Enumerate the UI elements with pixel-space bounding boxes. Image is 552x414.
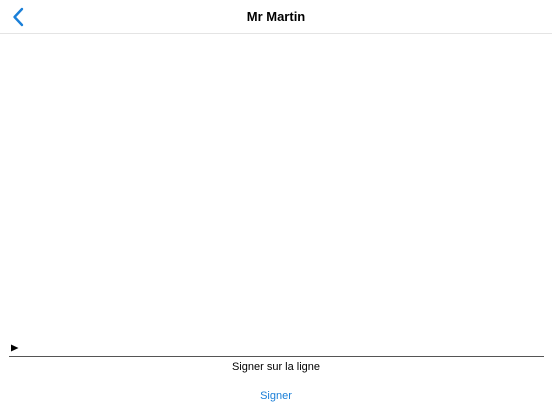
- signature-screen: Mr Martin Signer sur la ligne Signer: [0, 0, 552, 414]
- navigation-bar: Mr Martin: [0, 0, 552, 34]
- sign-button[interactable]: Signer: [236, 386, 316, 406]
- page-title: Mr Martin: [246, 9, 306, 24]
- play-triangle-icon: [11, 344, 19, 352]
- sign-instruction-label: Signer sur la ligne: [231, 361, 321, 373]
- back-button[interactable]: [12, 5, 38, 29]
- signature-canvas[interactable]: [0, 34, 552, 357]
- signature-line: [9, 356, 544, 357]
- chevron-left-icon: [13, 7, 24, 27]
